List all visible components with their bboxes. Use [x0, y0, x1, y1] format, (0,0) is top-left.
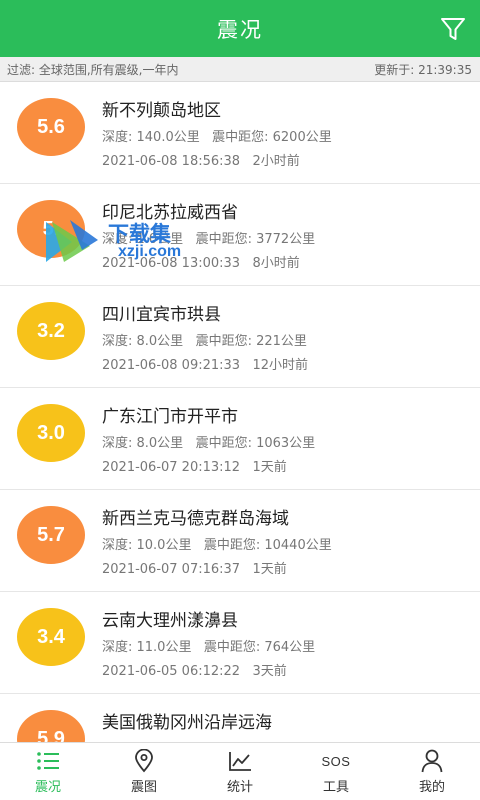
tab-quakes[interactable]: 震况: [0, 743, 96, 800]
quake-time: 2021-06-07 20:13:12 1天前: [102, 460, 287, 475]
quake-depth-distance: 深度: 1.0公里 震中距您: 3772公里: [102, 232, 316, 247]
quake-depth-distance: 深度: 11.0公里 震中距您: 764公里: [102, 640, 316, 655]
tab-statistics[interactable]: 统计: [192, 743, 288, 800]
page-title: 震况: [217, 17, 263, 42]
chart-icon: [227, 748, 253, 774]
quake-time: 2021-06-08 18:56:38 2小时前: [102, 154, 300, 169]
magnitude-badge: 5.6: [17, 98, 85, 156]
quake-location: 广东江门市开平市: [102, 407, 238, 427]
tab-quake-map[interactable]: 震图: [96, 743, 192, 800]
quake-time: 2021-06-07 07:16:37 1天前: [102, 562, 287, 577]
quake-depth-distance: 深度: 10.0公里 震中距您: 10440公里: [102, 538, 332, 553]
quake-depth-distance: 深度: 140.0公里 震中距您: 6200公里: [102, 130, 332, 145]
magnitude-badge: 3.0: [17, 404, 85, 462]
quake-item[interactable]: 5.6 新不列颠岛地区 深度: 140.0公里 震中距您: 6200公里 202…: [0, 82, 480, 184]
quake-time: 2021-06-08 09:21:33 12小时前: [102, 358, 309, 373]
quake-item[interactable]: 3.4 云南大理州漾濞县 深度: 11.0公里 震中距您: 764公里 2021…: [0, 592, 480, 694]
quake-time: 2021-06-08 13:00:33 8小时前: [102, 256, 300, 271]
filter-bar: 过滤: 全球范围,所有震级,一年内 更新于: 21:39:35: [0, 57, 480, 82]
quake-item[interactable]: 5.7 新西兰克马德克群岛海域 深度: 10.0公里 震中距您: 10440公里…: [0, 490, 480, 592]
sos-icon: SOS: [321, 753, 351, 769]
quake-item[interactable]: 5.9 美国俄勒冈州沿岸远海: [0, 694, 480, 742]
tab-mine[interactable]: 我的: [384, 743, 480, 800]
quake-item[interactable]: 3.2 四川宜宾市珙县 深度: 8.0公里 震中距您: 221公里 2021-0…: [0, 286, 480, 388]
tab-label: 我的: [418, 780, 445, 795]
quake-item[interactable]: 3.0 广东江门市开平市 深度: 8.0公里 震中距您: 1063公里 2021…: [0, 388, 480, 490]
filter-icon[interactable]: [438, 14, 468, 44]
quake-location: 印尼北苏拉威西省: [102, 203, 238, 223]
quake-location: 新不列颠岛地区: [102, 101, 221, 121]
tab-label: 工具: [322, 780, 349, 795]
quake-location: 美国俄勒冈州沿岸远海: [102, 713, 272, 733]
magnitude-badge: 5.7: [17, 506, 85, 564]
quake-depth-distance: 深度: 8.0公里 震中距您: 221公里: [102, 334, 307, 349]
user-icon: [419, 748, 445, 774]
filter-summary: 过滤: 全球范围,所有震级,一年内: [7, 62, 179, 77]
update-time: 更新于: 21:39:35: [374, 62, 472, 77]
quake-time: 2021-06-05 06:12:22 3天前: [102, 664, 287, 679]
map-pin-icon: [131, 748, 157, 774]
tab-label: 震图: [130, 780, 157, 795]
quake-depth-distance: 深度: 8.0公里 震中距您: 1063公里: [102, 436, 316, 451]
quake-location: 新西兰克马德克群岛海域: [102, 509, 289, 529]
list-icon: [35, 748, 61, 774]
magnitude-badge: 3.2: [17, 302, 85, 360]
app-header: 震况: [0, 0, 480, 57]
tab-label: 统计: [226, 780, 253, 795]
bottom-tab-bar: 震况 震图 统计 SOS 工具 我的: [0, 742, 480, 800]
magnitude-badge: 5.9: [17, 710, 85, 742]
quake-list: 5.6 新不列颠岛地区 深度: 140.0公里 震中距您: 6200公里 202…: [0, 82, 480, 742]
tab-tools[interactable]: SOS 工具: [288, 743, 384, 800]
quake-location: 四川宜宾市珙县: [102, 305, 221, 325]
quake-item[interactable]: 5. 印尼北苏拉威西省 深度: 1.0公里 震中距您: 3772公里 2021-…: [0, 184, 480, 286]
magnitude-badge: 5.: [17, 200, 85, 258]
quake-location: 云南大理州漾濞县: [102, 611, 238, 631]
tab-label: 震况: [34, 780, 61, 795]
magnitude-badge: 3.4: [17, 608, 85, 666]
